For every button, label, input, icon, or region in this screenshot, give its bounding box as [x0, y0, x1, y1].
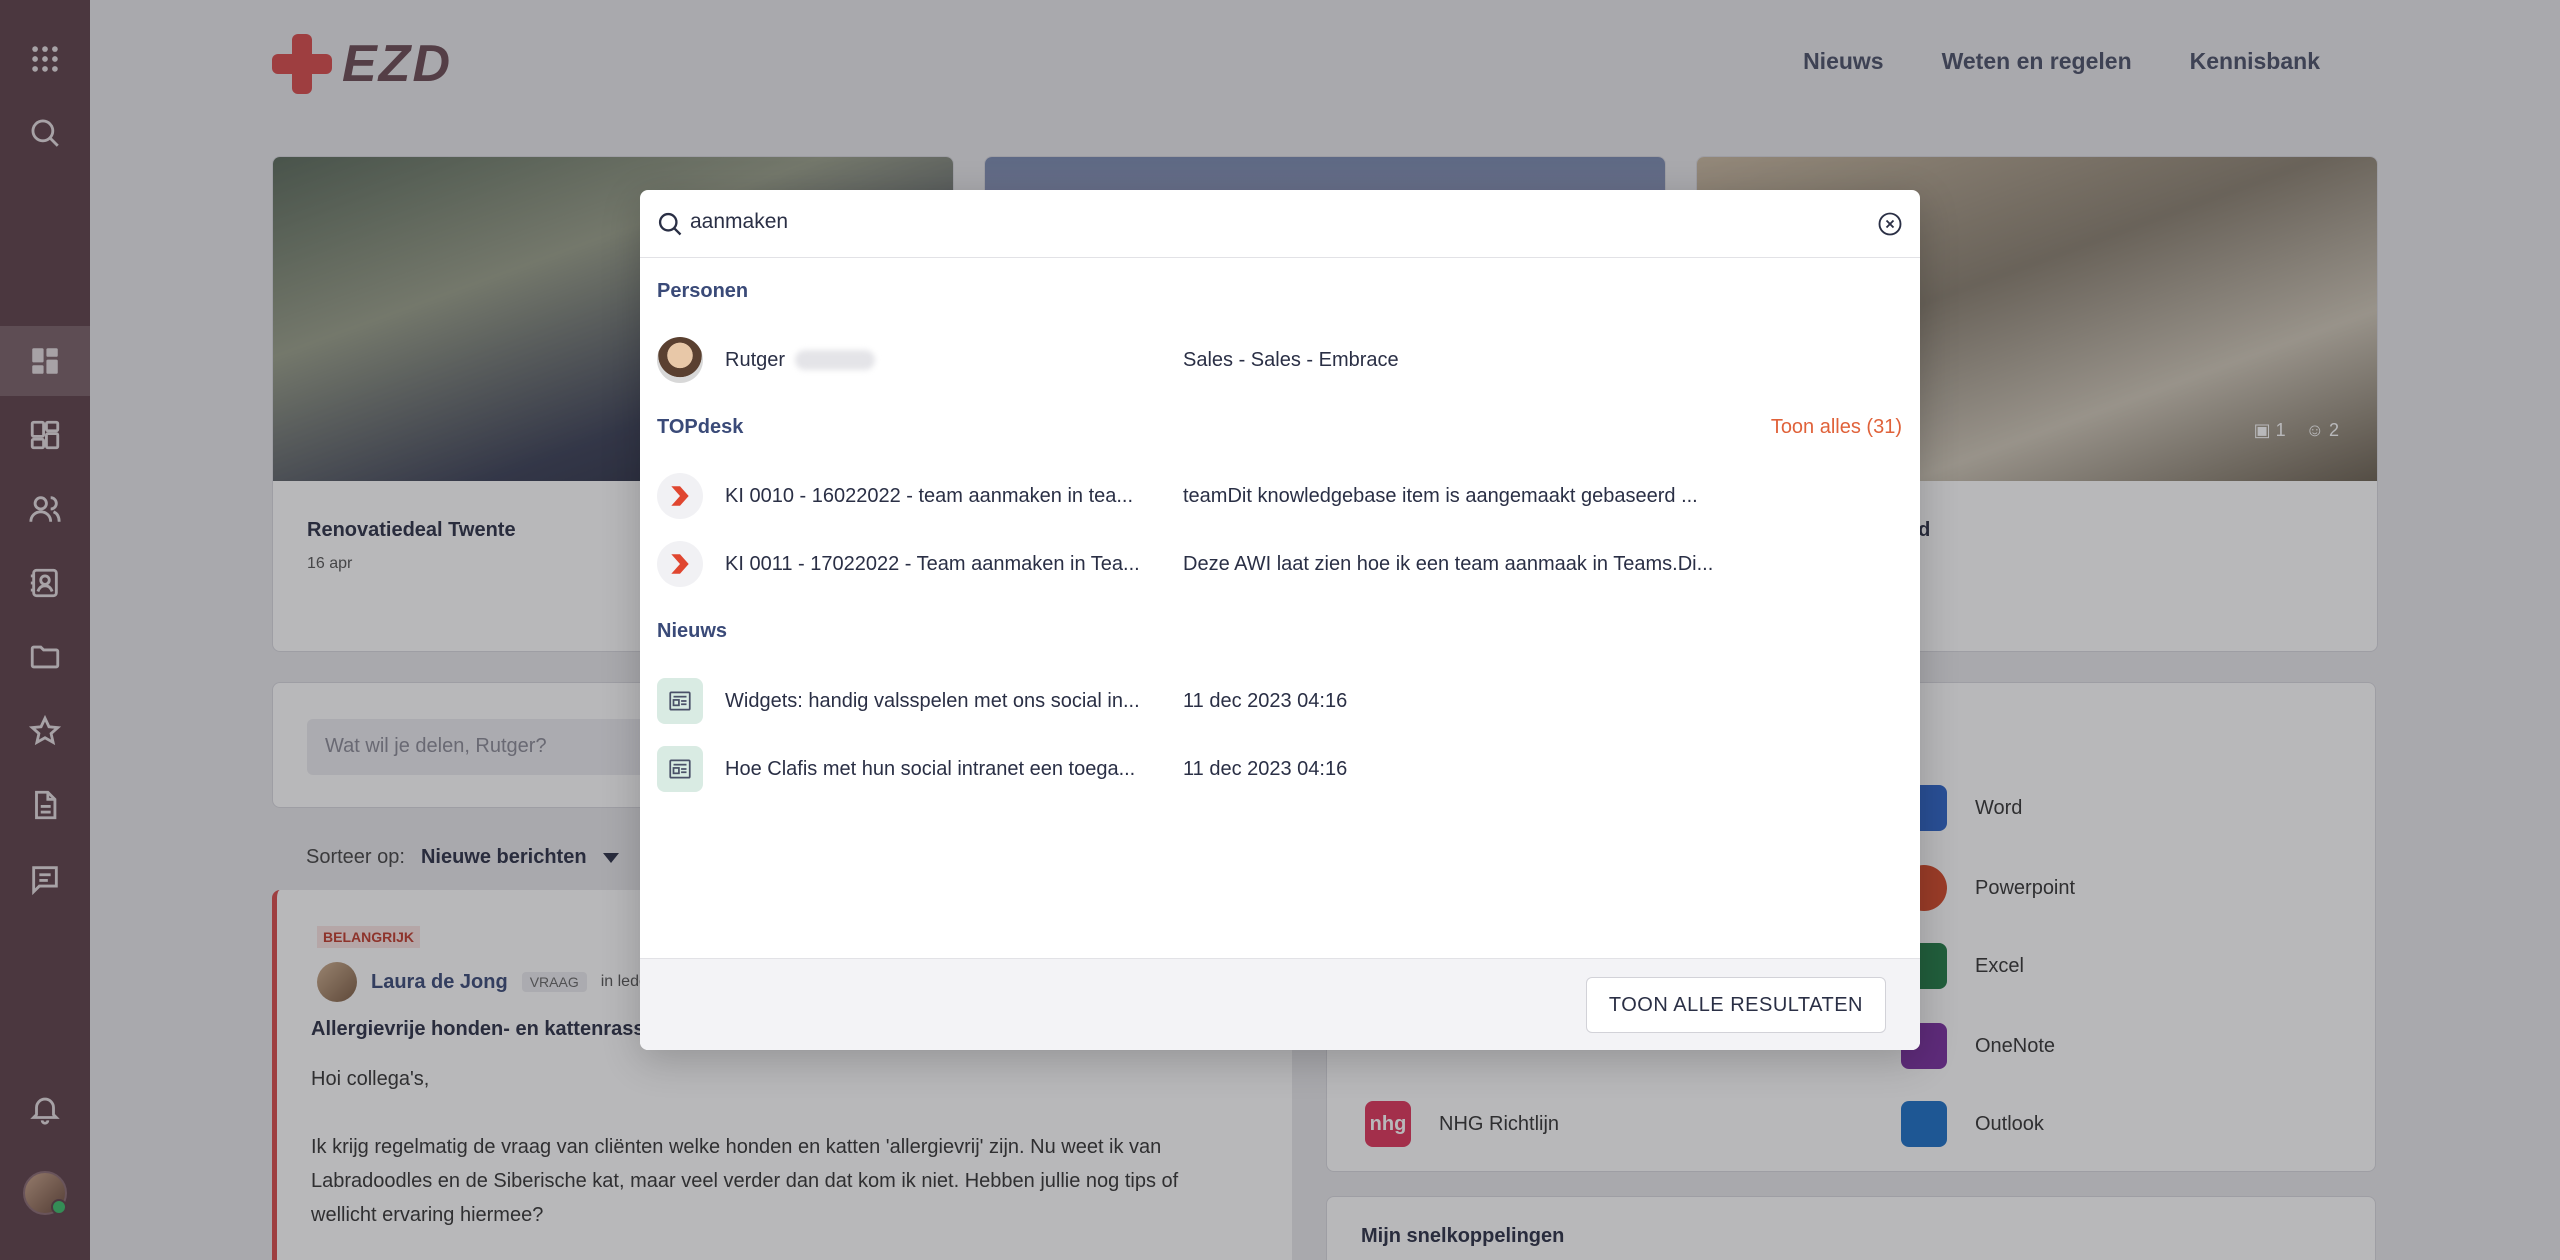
topdesk-show-all-link[interactable]: Toon alles (31)	[1771, 416, 1902, 439]
news-icon	[657, 678, 703, 724]
person-department: Sales - Sales - Embrace	[1183, 348, 1399, 371]
search-input[interactable]: aanmaken	[690, 210, 788, 234]
news-result-title: Hoe Clafis met hun social intranet een t…	[725, 757, 1136, 780]
topdesk-result[interactable]: KI 0010 - 16022022 - team aanmaken in te…	[657, 466, 1903, 526]
search-bar: aanmaken	[640, 190, 1920, 258]
show-all-results-button[interactable]: TOON ALLE RESULTATEN	[1585, 977, 1886, 1033]
news-result-title: Widgets: handig valsspelen met ons socia…	[725, 689, 1140, 712]
search-icon	[658, 212, 682, 236]
section-title-nieuws: Nieuws	[657, 620, 728, 642]
section-title-topdesk: TOPdesk	[657, 416, 744, 438]
redacted-surname	[794, 350, 875, 371]
news-icon	[657, 746, 703, 792]
topdesk-result-description: Deze AWI laat zien hoe ik een team aanma…	[1183, 552, 1714, 575]
news-result-date: 11 dec 2023 04:16	[1183, 689, 1348, 712]
topdesk-logo-icon	[671, 554, 689, 574]
news-result[interactable]: Widgets: handig valsspelen met ons socia…	[657, 671, 1903, 731]
avatar	[657, 337, 703, 383]
search-modal-footer: TOON ALLE RESULTATEN	[640, 958, 1920, 1050]
news-result[interactable]: Hoe Clafis met hun social intranet een t…	[657, 739, 1903, 799]
person-result[interactable]: Rutger Sales - Sales - Embrace	[657, 330, 1903, 390]
newspaper-icon	[669, 759, 691, 779]
topdesk-result-title: KI 0010 - 16022022 - team aanmaken in te…	[725, 484, 1134, 507]
person-name: Rutger	[725, 349, 875, 372]
topdesk-result-description: teamDit knowledgebase item is aangemaakt…	[1183, 484, 1698, 507]
topdesk-logo-icon	[671, 486, 689, 506]
topdesk-icon	[657, 541, 703, 587]
topdesk-result[interactable]: KI 0011 - 17022022 - Team aanmaken in Te…	[657, 534, 1903, 594]
newspaper-icon	[669, 691, 691, 711]
section-title-personen: Personen	[657, 280, 749, 302]
topdesk-result-title: KI 0011 - 17022022 - Team aanmaken in Te…	[725, 552, 1140, 575]
topdesk-icon	[657, 473, 703, 519]
search-modal: aanmaken Personen Rutger Sales - Sales -…	[640, 190, 1920, 1050]
news-result-date: 11 dec 2023 04:16	[1183, 757, 1348, 780]
clear-search-icon[interactable]	[1876, 210, 1904, 238]
